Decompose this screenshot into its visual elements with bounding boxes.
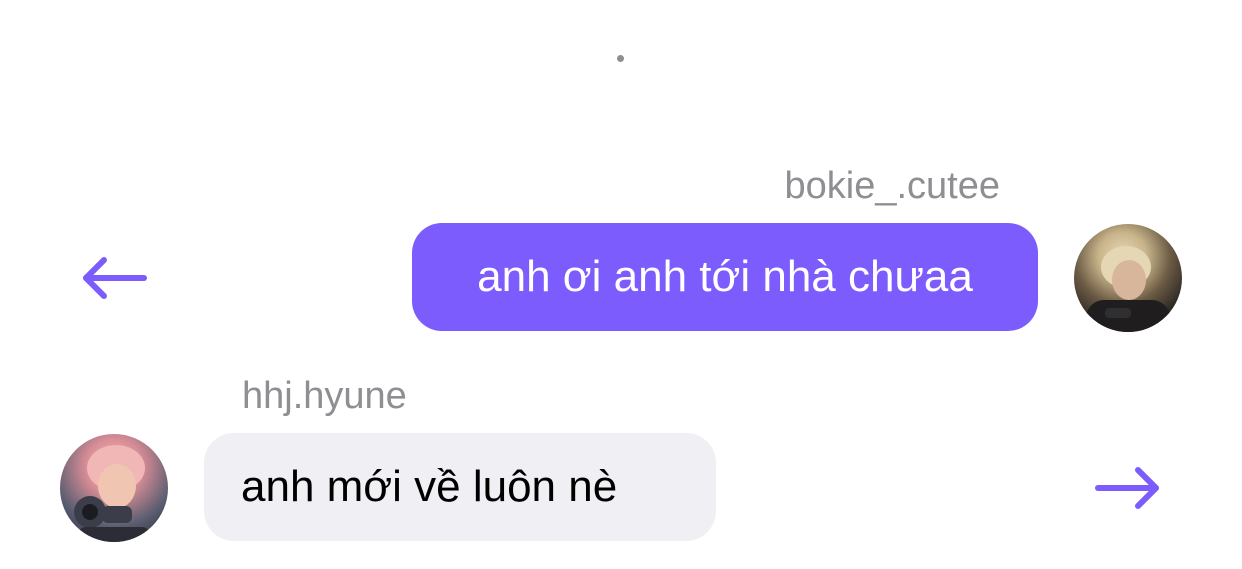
sent-message-text: anh ơi anh tới nhà chưaa xyxy=(477,252,973,301)
arrow-right-icon[interactable] xyxy=(1094,465,1162,511)
sent-message-bubble[interactable]: anh ơi anh tới nhà chưaa xyxy=(412,223,1038,331)
arrow-left-icon[interactable] xyxy=(80,255,148,301)
sender-avatar[interactable] xyxy=(1074,224,1182,332)
received-message-text: anh mới về luôn nè xyxy=(241,462,618,511)
sender-username: bokie_.cutee xyxy=(784,165,1001,207)
recipient-avatar[interactable] xyxy=(60,434,168,542)
received-message-bubble[interactable]: anh mới về luôn nè xyxy=(204,433,716,541)
status-dot xyxy=(617,55,624,62)
recipient-username: hhj.hyune xyxy=(242,375,407,417)
